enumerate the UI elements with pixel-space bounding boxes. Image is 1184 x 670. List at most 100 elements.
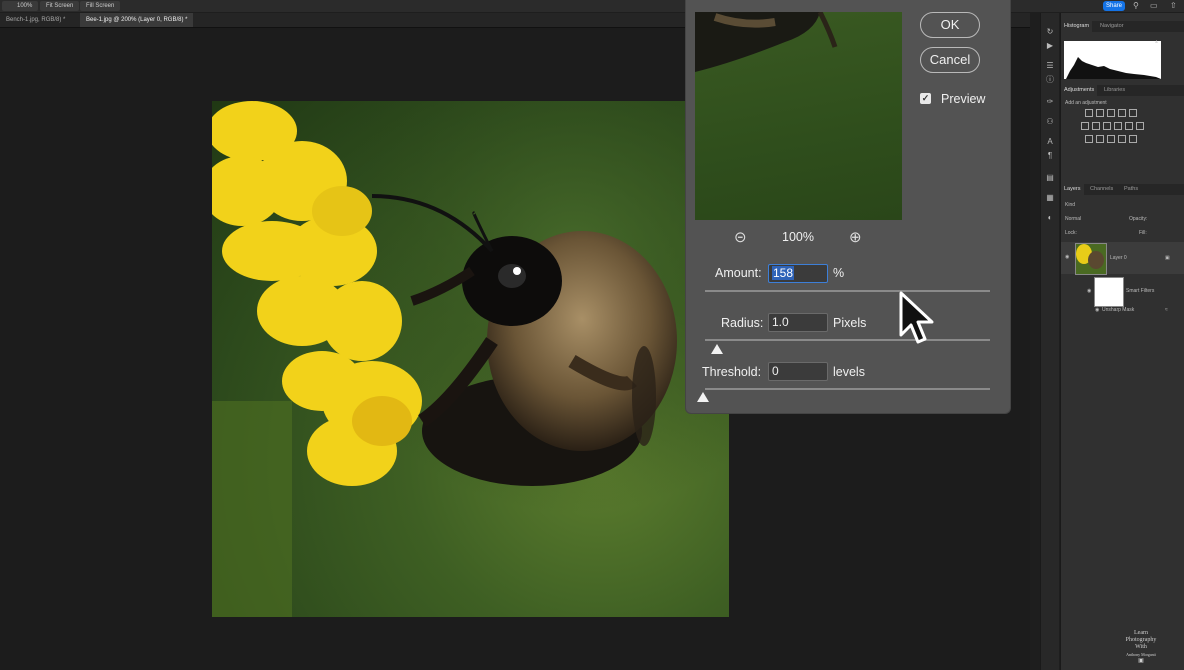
gradient-map-icon[interactable] <box>1118 135 1126 143</box>
threshold-adj-icon[interactable] <box>1107 135 1115 143</box>
radius-unit: Pixels <box>833 316 867 330</box>
filter-preview[interactable] <box>695 12 902 220</box>
histogram-tabs: Histogram Navigator <box>1061 21 1184 32</box>
export-icon[interactable]: ⇧ <box>1170 1 1177 11</box>
brush-icon[interactable]: ✑ <box>1045 97 1055 106</box>
threshold-field[interactable]: 0 <box>768 362 828 381</box>
bee-on-goldenrod-image <box>212 101 729 617</box>
amount-slider-track[interactable] <box>705 290 990 292</box>
layer-filter-kind[interactable]: Kind <box>1065 202 1075 208</box>
layer-row-smart-filters[interactable]: ◉ Smart Filters <box>1061 276 1184 308</box>
cancel-button[interactable]: Cancel <box>920 47 980 73</box>
tab-bench[interactable]: Bench-1.jpg, RGB/8) * <box>0 13 71 27</box>
eye-icon[interactable]: ◉ <box>1065 254 1069 260</box>
tab-bee[interactable]: Bee-1.jpg @ 200% (Layer 0, RGB/8) * <box>80 13 194 27</box>
unsharp-mask-dialog: OK Cancel ✓ Preview ⊝ 100% ⊕ Amount: 158… <box>685 0 1011 414</box>
invert-icon[interactable] <box>1085 135 1093 143</box>
paragraph-icon[interactable]: ¶ <box>1045 151 1055 160</box>
zoom-out-icon[interactable]: ⊝ <box>734 228 747 246</box>
histogram-chart <box>1064 41 1161 79</box>
document-image[interactable] <box>212 101 729 617</box>
radius-field[interactable]: 1.0 <box>768 313 828 332</box>
amount-label: Amount: <box>715 266 762 280</box>
search-icon[interactable]: ⚲ <box>1133 1 1139 11</box>
filter-eye-icon[interactable]: ◉ <box>1095 307 1099 313</box>
tab-histogram[interactable]: Histogram <box>1061 21 1093 32</box>
amount-value: 158 <box>772 266 795 280</box>
unsharp-mask-label: Unsharp Mask <box>1102 307 1135 313</box>
color-balance-icon[interactable] <box>1092 122 1100 130</box>
zoom-percent[interactable]: 100% <box>11 1 39 11</box>
channel-mixer-icon[interactable] <box>1125 122 1133 130</box>
preview-zoom-value: 100% <box>782 230 814 244</box>
hue-saturation-icon[interactable] <box>1081 122 1089 130</box>
histogram-graph <box>1066 57 1161 79</box>
posterize-icon[interactable] <box>1096 135 1104 143</box>
layer-row-layer-0[interactable]: ◉ Layer 0 ▣ <box>1061 242 1184 275</box>
preview-label: Preview <box>941 92 986 106</box>
properties-icon[interactable]: ☰ <box>1045 61 1055 70</box>
zoom-in-icon[interactable]: ⊕ <box>849 228 862 246</box>
threshold-label: Threshold: <box>702 365 762 379</box>
swatches-icon[interactable]: ▦ <box>1045 193 1055 202</box>
tab-navigator[interactable]: Navigator <box>1097 21 1127 32</box>
smart-filter-mask-thumbnail[interactable] <box>1094 277 1124 307</box>
adjustment-tabs: Adjustments Libraries <box>1061 85 1184 96</box>
share-button[interactable]: Share <box>1103 1 1125 11</box>
smart-object-icon: ▣ <box>1165 255 1170 261</box>
layer-thumbnail-image <box>1076 244 1104 269</box>
preview-image <box>695 12 838 72</box>
amount-unit: % <box>833 266 845 280</box>
curves-icon[interactable] <box>1107 109 1115 117</box>
color-icon[interactable]: ◐ <box>1045 213 1055 222</box>
radius-slider-thumb[interactable] <box>711 344 723 354</box>
levels-icon[interactable] <box>1096 109 1104 117</box>
layer-name: Layer 0 <box>1110 255 1127 261</box>
layers-tabs: Layers Channels Paths <box>1061 184 1184 195</box>
workspace-icon[interactable]: ▭ <box>1150 1 1158 11</box>
smart-filter-eye-icon[interactable]: ◉ <box>1087 288 1091 294</box>
tab-layers[interactable]: Layers <box>1061 184 1084 195</box>
fill-screen-button[interactable]: Fill Screen <box>80 1 121 11</box>
histogram-warning-icon[interactable]: ▲ <box>1154 39 1159 45</box>
brightness-icon[interactable] <box>1085 109 1093 117</box>
character-icon[interactable]: A <box>1045 137 1055 146</box>
tab-paths[interactable]: Paths <box>1121 184 1141 195</box>
filter-blending-options-icon[interactable]: ≈ <box>1165 307 1168 313</box>
info-icon[interactable]: ⓘ <box>1045 75 1055 84</box>
smart-filters-label: Smart Filters <box>1126 288 1155 294</box>
tab-libraries[interactable]: Libraries <box>1101 85 1128 96</box>
amount-field[interactable]: 158 <box>768 264 828 283</box>
blend-mode-select[interactable]: Normal <box>1065 216 1081 222</box>
black-white-icon[interactable] <box>1103 122 1111 130</box>
color-lookup-icon[interactable] <box>1136 122 1144 130</box>
photo-filter-icon[interactable] <box>1114 122 1122 130</box>
tab-adjustments[interactable]: Adjustments <box>1061 85 1098 96</box>
history-icon[interactable]: ↻ <box>1045 27 1055 36</box>
ok-button[interactable]: OK <box>920 12 980 38</box>
fit-screen-button[interactable]: Fit Screen <box>40 1 80 11</box>
threshold-slider-track[interactable] <box>705 388 990 390</box>
actions-icon[interactable]: ▶ <box>1045 41 1055 50</box>
lock-label: Lock: <box>1065 230 1077 236</box>
vibrance-icon[interactable] <box>1129 109 1137 117</box>
threshold-slider-thumb[interactable] <box>697 392 709 402</box>
radius-label: Radius: <box>721 316 764 330</box>
mouse-cursor-icon <box>899 291 934 344</box>
threshold-value: 0 <box>772 364 779 378</box>
selective-color-icon[interactable] <box>1129 135 1137 143</box>
watermark-line-2: Photography <box>1125 637 1157 643</box>
exposure-icon[interactable] <box>1118 109 1126 117</box>
preview-checkbox[interactable]: ✓ <box>920 93 931 104</box>
clone-source-icon[interactable]: ⚇ <box>1045 117 1055 126</box>
layer-comps-icon[interactable]: ▤ <box>1045 173 1055 182</box>
tab-bee-label: Bee-1.jpg @ 200% (Layer 0, RGB/8) * <box>86 17 188 23</box>
layer-row-unsharp-mask[interactable]: ◉ Unsharp Mask ≈ <box>1061 307 1184 317</box>
camera-icon: ▣ <box>1138 658 1144 664</box>
fill-label: Fill: <box>1139 230 1147 236</box>
radius-slider-track[interactable] <box>705 339 990 341</box>
tab-channels[interactable]: Channels <box>1087 184 1116 195</box>
panel-icon-strip: ↻ ▶ ☰ ⓘ ✑ ⚇ A ¶ ▤ ▦ ◐ <box>1040 13 1059 670</box>
opacity-label: Opacity: <box>1129 216 1148 222</box>
watermark-logo: Learn Photography With Anthony Morganti … <box>1118 630 1164 665</box>
